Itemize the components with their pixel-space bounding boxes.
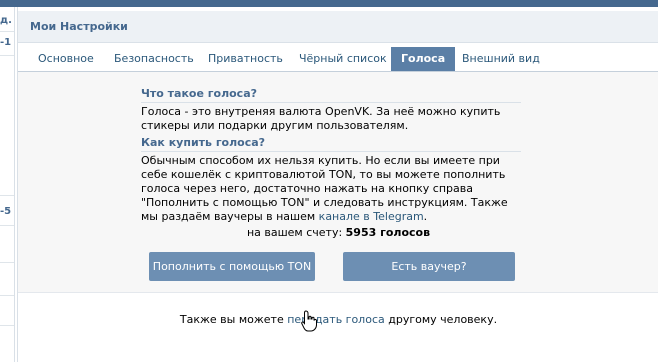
left-fragment-3: -5	[0, 206, 12, 217]
section-heading-what: Что такое голоса?	[141, 87, 521, 103]
tab-blacklist[interactable]: Чёрный список	[289, 48, 397, 70]
tab-votes[interactable]: Голоса	[391, 47, 456, 71]
footer-section: Также вы можете передать голоса другому …	[18, 292, 658, 363]
section-text-what: Голоса - это внутреняя валюта OpenVK. За…	[141, 105, 501, 132]
transfer-votes-text: Также вы можете передать голоса другому …	[18, 313, 658, 326]
settings-header: Мои Настройки	[18, 11, 658, 43]
section-text-how: Обычным способом их нельзя купить. Но ес…	[141, 154, 521, 224]
tab-privacy[interactable]: Приватность	[198, 48, 293, 70]
page-title: Мои Настройки	[30, 20, 128, 33]
balance-line: на вашем счету: 5953 голосов	[18, 226, 658, 239]
settings-panel: Мои Настройки Основное Безопасность Прив…	[17, 7, 658, 363]
settings-tabs: Основное Безопасность Приватность Чёрный…	[18, 43, 658, 72]
section-heading-how: Как купить голоса?	[141, 136, 521, 152]
left-fragment-1: д.	[0, 15, 12, 26]
voucher-button[interactable]: Есть ваучер?	[343, 252, 515, 281]
telegram-channel-link[interactable]: канале в Telegram	[319, 210, 424, 223]
topup-ton-button[interactable]: Пополнить с помощью TON	[149, 252, 315, 281]
left-divider	[0, 31, 14, 32]
balance-value: 5953 голосов	[345, 226, 431, 239]
tab-appearance[interactable]: Внешний вид	[452, 48, 550, 70]
top-navigation-bar	[0, 0, 658, 7]
how-text-tail: .	[423, 210, 428, 223]
left-divider	[0, 262, 14, 263]
left-divider	[0, 295, 14, 296]
tab-security[interactable]: Безопасность	[104, 48, 204, 70]
balance-label: на вашем счету:	[246, 226, 343, 239]
footer-after: другому человеку.	[384, 313, 498, 326]
left-divider	[0, 225, 14, 226]
footer-before: Также вы можете	[179, 313, 288, 326]
left-divider	[0, 325, 14, 326]
left-divider	[0, 195, 14, 196]
left-fragment-2: -1	[0, 37, 12, 48]
votes-content: Что такое голоса? Голоса - это внутреняя…	[18, 72, 658, 292]
left-sidebar-fragment: д. -1 -5	[0, 7, 15, 362]
left-divider	[0, 55, 14, 56]
hand-cursor-icon	[301, 310, 317, 332]
tab-basic[interactable]: Основное	[28, 48, 104, 70]
